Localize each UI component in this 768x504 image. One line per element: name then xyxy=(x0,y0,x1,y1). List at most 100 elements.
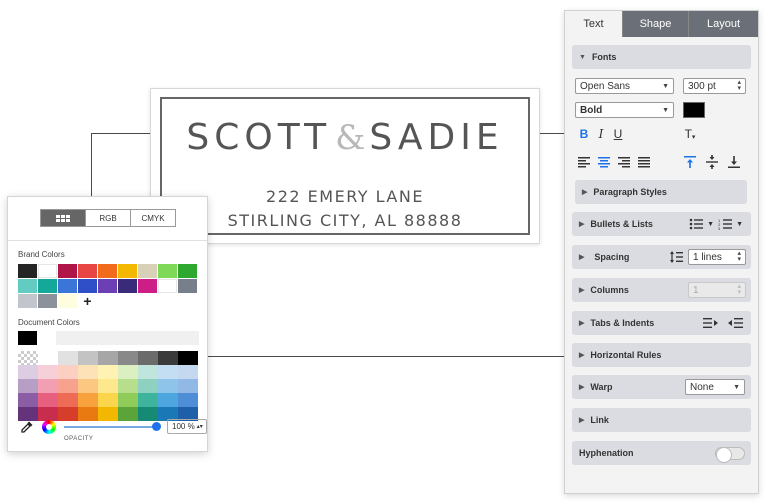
palette-swatch[interactable] xyxy=(158,351,178,365)
palette-swatch[interactable] xyxy=(158,365,178,379)
columns-stepper[interactable]: 1 ▴ ▾ xyxy=(688,282,746,298)
tabs-indents-section[interactable]: ▶ Tabs & Indents xyxy=(572,311,751,335)
brand-swatch[interactable] xyxy=(58,294,77,308)
palette-swatch[interactable] xyxy=(38,351,58,365)
font-family-select[interactable]: Open Sans ▼ xyxy=(575,78,674,94)
document-swatch[interactable] xyxy=(18,331,37,345)
palette-swatch[interactable] xyxy=(118,351,138,365)
tab-cmyk[interactable]: CMYK xyxy=(130,209,176,227)
palette-swatch[interactable] xyxy=(138,365,158,379)
palette-swatch[interactable] xyxy=(38,379,58,393)
align-justify-icon[interactable] xyxy=(637,155,651,169)
palette-swatch[interactable] xyxy=(78,351,98,365)
opacity-slider-track[interactable] xyxy=(64,426,156,428)
color-wheel-icon[interactable] xyxy=(42,420,56,434)
brand-swatch[interactable] xyxy=(58,264,77,278)
link-section[interactable]: ▶ Link xyxy=(572,408,751,432)
chevron-down-icon[interactable]: ▼ xyxy=(736,221,743,228)
label-title[interactable]: SCOTT & SADIE xyxy=(162,117,528,158)
address-line-1[interactable]: 222 EMERY LANE xyxy=(162,187,528,206)
palette-swatch[interactable] xyxy=(78,393,98,407)
tab-layout[interactable]: Layout xyxy=(688,11,758,37)
brand-swatch[interactable] xyxy=(38,279,57,293)
brand-swatch[interactable] xyxy=(158,264,177,278)
brand-swatch[interactable] xyxy=(38,294,57,308)
palette-swatch[interactable] xyxy=(178,365,198,379)
valign-middle-icon[interactable] xyxy=(705,155,719,169)
palette-swatch[interactable] xyxy=(18,393,38,407)
palette-swatch[interactable] xyxy=(178,351,198,365)
tab-text[interactable]: Text xyxy=(565,11,622,37)
palette-swatch[interactable] xyxy=(18,379,38,393)
palette-swatch[interactable] xyxy=(98,379,118,393)
palette-swatch[interactable] xyxy=(18,365,38,379)
palette-swatch[interactable] xyxy=(178,393,198,407)
font-size-stepper[interactable]: 300 pt ▴ ▾ xyxy=(683,78,746,94)
numbered-list-icon[interactable]: 123 xyxy=(718,218,733,230)
text-transform-button[interactable]: T ▾ xyxy=(683,127,697,141)
brand-swatch[interactable] xyxy=(98,279,117,293)
brand-swatch[interactable] xyxy=(118,279,137,293)
brand-swatch[interactable] xyxy=(18,294,37,308)
palette-swatch[interactable] xyxy=(138,351,158,365)
brand-swatch[interactable] xyxy=(118,264,137,278)
brand-swatch[interactable] xyxy=(58,279,77,293)
underline-button[interactable]: U xyxy=(611,127,625,141)
palette-swatch[interactable] xyxy=(98,393,118,407)
add-color-icon[interactable]: + xyxy=(78,293,97,309)
address-line-2[interactable]: STIRLING CITY, AL 88888 xyxy=(162,211,528,230)
text-color-swatch[interactable] xyxy=(683,102,705,118)
palette-swatch[interactable] xyxy=(158,393,178,407)
bold-button[interactable]: B xyxy=(577,127,591,141)
palette-swatch[interactable] xyxy=(78,379,98,393)
brand-swatch[interactable] xyxy=(178,279,197,293)
align-left-icon[interactable] xyxy=(577,155,591,169)
indent-icon[interactable] xyxy=(727,317,743,329)
font-weight-select[interactable]: Bold ▼ xyxy=(575,102,674,118)
brand-swatch[interactable] xyxy=(158,279,177,293)
palette-swatch[interactable] xyxy=(118,393,138,407)
chevron-down-icon[interactable]: ▼ xyxy=(707,221,714,228)
outdent-icon[interactable] xyxy=(703,317,719,329)
horizontal-rules-section[interactable]: ▶ Horizontal Rules xyxy=(572,343,751,367)
valign-top-icon[interactable] xyxy=(683,155,697,169)
label-preview-card[interactable]: SCOTT & SADIE 222 EMERY LANE STIRLING CITY… xyxy=(150,88,540,244)
brand-swatch[interactable] xyxy=(78,264,97,278)
palette-swatch[interactable] xyxy=(58,365,78,379)
palette-swatch[interactable] xyxy=(178,379,198,393)
palette-swatch[interactable] xyxy=(138,393,158,407)
palette-swatch[interactable] xyxy=(98,351,118,365)
tab-shape[interactable]: Shape xyxy=(622,11,688,37)
palette-swatch[interactable] xyxy=(38,365,58,379)
tab-rgb[interactable]: RGB xyxy=(85,209,130,227)
brand-swatch[interactable] xyxy=(38,264,57,278)
brand-swatch[interactable] xyxy=(18,279,37,293)
eyedropper-icon[interactable] xyxy=(20,420,34,434)
brand-swatch[interactable] xyxy=(78,279,97,293)
bullets-lists-section[interactable]: ▶ Bullets & Lists ▼ 123 ▼ xyxy=(572,212,751,236)
paragraph-styles-section[interactable]: ▶ Paragraph Styles xyxy=(575,180,747,204)
palette-swatch[interactable] xyxy=(58,351,78,365)
brand-swatch[interactable] xyxy=(178,264,197,278)
opacity-slider-thumb[interactable] xyxy=(152,422,161,431)
palette-swatch[interactable] xyxy=(118,365,138,379)
align-right-icon[interactable] xyxy=(617,155,631,169)
line-spacing-stepper[interactable]: 1 lines ▴ ▾ xyxy=(688,249,746,265)
document-swatch[interactable] xyxy=(37,331,56,345)
palette-swatch[interactable] xyxy=(38,393,58,407)
fonts-section-header[interactable]: ▼ Fonts xyxy=(572,45,751,69)
brand-swatch[interactable] xyxy=(138,279,157,293)
warp-select[interactable]: None ▼ xyxy=(685,379,745,395)
palette-swatch[interactable] xyxy=(78,365,98,379)
bullet-list-icon[interactable] xyxy=(689,218,704,230)
palette-swatch[interactable] xyxy=(158,379,178,393)
palette-swatch[interactable] xyxy=(138,379,158,393)
palette-swatch[interactable] xyxy=(58,379,78,393)
valign-bottom-icon[interactable] xyxy=(727,155,741,169)
brand-swatch[interactable] xyxy=(138,264,157,278)
italic-button[interactable]: I xyxy=(594,127,608,141)
brand-swatch[interactable] xyxy=(18,264,37,278)
transparent-swatch[interactable] xyxy=(18,351,38,365)
tab-swatches[interactable] xyxy=(40,209,85,227)
brand-swatch[interactable] xyxy=(98,264,117,278)
